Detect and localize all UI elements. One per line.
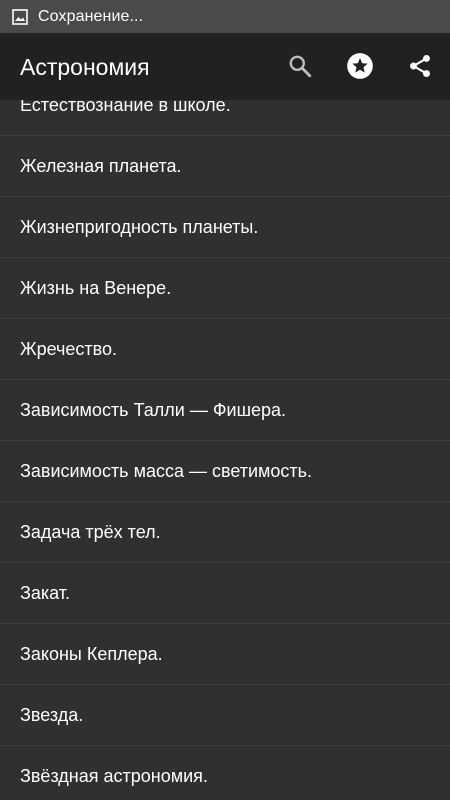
share-icon [410,54,430,78]
list-item[interactable]: Зависимость Талли — Фишера. [0,380,450,441]
list-item[interactable]: Жизнь на Венере. [0,258,450,319]
list-item-label: Законы Кеплера. [20,643,163,664]
screen: Сохранение... Астрономия Естествознание … [0,0,450,800]
list-item[interactable]: Задача трёх тел. [0,502,450,563]
list-item-label: Жизнепригодность планеты. [20,216,259,237]
list-item-label: Железная планета. [20,155,182,176]
list-item-label: Звезда. [20,704,84,725]
article-list: Естествознание в школе. Железная планета… [0,75,450,800]
search-icon [289,55,312,78]
list-item[interactable]: Жречество. [0,319,450,380]
list-item-label: Звёздная астрономия. [20,765,208,786]
app-bar: Астрономия [0,33,450,100]
list-item-label: Закат. [20,582,71,603]
list-item-label: Задача трёх тел. [20,521,161,542]
list-item[interactable]: Зависимость масса — светимость. [0,441,450,502]
search-button[interactable] [284,50,316,82]
list-item[interactable]: Звёздная астрономия. [0,746,450,800]
star-circle-icon [347,53,373,79]
list-item-label: Зависимость Талли — Фишера. [20,399,287,420]
status-text: Сохранение... [38,7,144,25]
list-item[interactable]: Жизнепригодность планеты. [0,197,450,258]
favorite-button[interactable] [344,50,376,82]
list-item-label: Жречество. [20,338,118,359]
list-item[interactable]: Звезда. [0,685,450,746]
image-icon [12,8,28,25]
app-title: Астрономия [20,54,150,80]
share-button[interactable] [404,50,436,82]
list-item[interactable]: Железная планета. [0,136,450,197]
status-bar: Сохранение... [0,0,450,33]
list-item[interactable]: Законы Кеплера. [0,624,450,685]
list-item-label: Зависимость масса — светимость. [20,460,313,481]
list-item-label: Жизнь на Венере. [20,277,172,298]
list-item[interactable]: Закат. [0,563,450,624]
